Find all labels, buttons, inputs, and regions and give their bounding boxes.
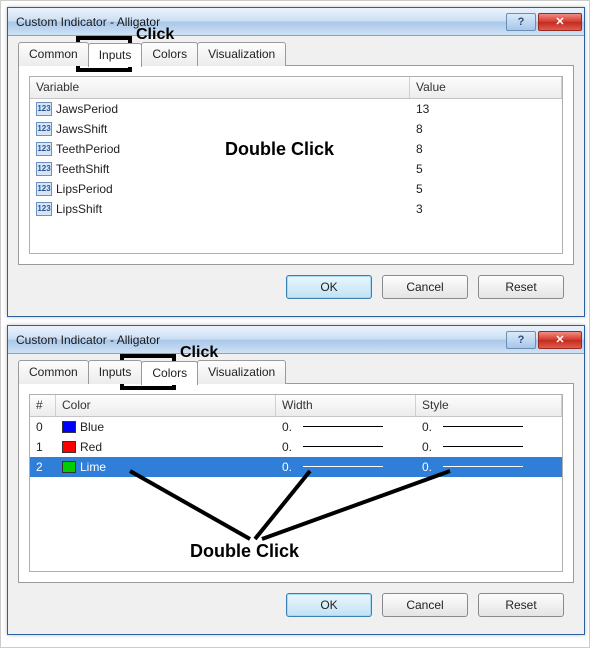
int-icon: 123	[36, 122, 52, 136]
row-index: 0	[30, 419, 56, 435]
color-name: Red	[80, 440, 102, 454]
inputs-panel: Variable Value 123 JawsPeriod 13 123 JawsS…	[18, 65, 574, 265]
reset-button[interactable]: Reset	[478, 593, 564, 617]
style-sample	[443, 426, 523, 427]
dialog-colors: Custom Indicator - Alligator ? ✕ Common …	[7, 325, 585, 635]
int-icon: 123	[36, 182, 52, 196]
dialog-title: Custom Indicator - Alligator	[16, 15, 504, 29]
header-value: Value	[410, 77, 562, 98]
header-style: Style	[416, 395, 562, 416]
tab-strip: Common Inputs Colors Visualization	[18, 42, 574, 66]
width-value: 0.	[282, 420, 292, 434]
int-icon: 123	[36, 142, 52, 156]
var-name: LipsShift	[56, 202, 102, 216]
color-name: Blue	[80, 420, 104, 434]
close-button[interactable]: ✕	[538, 331, 582, 349]
title-bar: Custom Indicator - Alligator ? ✕	[8, 8, 584, 36]
cancel-button[interactable]: Cancel	[382, 593, 468, 617]
row-index: 2	[30, 459, 56, 475]
dialog-title: Custom Indicator - Alligator	[16, 333, 504, 347]
var-value[interactable]: 13	[410, 101, 435, 117]
style-value: 0.	[422, 460, 432, 474]
color-name: Lime	[80, 460, 106, 474]
width-sample	[303, 466, 383, 467]
table-row[interactable]: 123 LipsShift 3	[30, 199, 562, 219]
width-value: 0.	[282, 440, 292, 454]
dialog-buttons: OK Cancel Reset	[18, 583, 574, 617]
width-sample	[303, 446, 383, 447]
style-value: 0.	[422, 420, 432, 434]
ok-button[interactable]: OK	[286, 593, 372, 617]
header-variable: Variable	[30, 77, 410, 98]
var-value[interactable]: 5	[410, 161, 429, 177]
var-value[interactable]: 3	[410, 201, 429, 217]
width-sample	[303, 426, 383, 427]
tab-visualization[interactable]: Visualization	[197, 360, 286, 384]
table-row[interactable]: 0 Blue 0. 0.	[30, 417, 562, 437]
var-value[interactable]: 5	[410, 181, 429, 197]
colors-panel: # Color Width Style 0 Blue 0. 0. 1 Red	[18, 383, 574, 583]
var-name: TeethPeriod	[56, 142, 120, 156]
help-button[interactable]: ?	[506, 331, 536, 349]
dialog-inputs: Custom Indicator - Alligator ? ✕ Common …	[7, 7, 585, 317]
close-button[interactable]: ✕	[538, 13, 582, 31]
header-color: Color	[56, 395, 276, 416]
var-name: JawsShift	[56, 122, 107, 136]
int-icon: 123	[36, 202, 52, 216]
reset-button[interactable]: Reset	[478, 275, 564, 299]
tab-inputs[interactable]: Inputs	[88, 43, 143, 67]
cancel-button[interactable]: Cancel	[382, 275, 468, 299]
width-value: 0.	[282, 460, 292, 474]
color-swatch	[62, 461, 76, 473]
table-row[interactable]: 123 LipsPeriod 5	[30, 179, 562, 199]
var-name: LipsPeriod	[56, 182, 113, 196]
inputs-list-header: Variable Value	[30, 77, 562, 99]
tab-colors[interactable]: Colors	[141, 361, 198, 385]
style-sample	[443, 466, 523, 467]
dialog-buttons: OK Cancel Reset	[18, 265, 574, 299]
table-row[interactable]: 123 TeethPeriod 8	[30, 139, 562, 159]
title-bar: Custom Indicator - Alligator ? ✕	[8, 326, 584, 354]
tab-inputs[interactable]: Inputs	[88, 360, 143, 384]
tab-common[interactable]: Common	[18, 360, 89, 384]
row-index: 1	[30, 439, 56, 455]
style-value: 0.	[422, 440, 432, 454]
help-button[interactable]: ?	[506, 13, 536, 31]
color-swatch	[62, 441, 76, 453]
var-value[interactable]: 8	[410, 121, 429, 137]
table-row[interactable]: 2 Lime 0. 0.	[30, 457, 562, 477]
header-width: Width	[276, 395, 416, 416]
ok-button[interactable]: OK	[286, 275, 372, 299]
int-icon: 123	[36, 102, 52, 116]
int-icon: 123	[36, 162, 52, 176]
tab-visualization[interactable]: Visualization	[197, 42, 286, 66]
tab-colors[interactable]: Colors	[141, 42, 198, 66]
color-swatch	[62, 421, 76, 433]
style-sample	[443, 446, 523, 447]
tab-strip: Common Inputs Colors Visualization	[18, 360, 574, 384]
table-row[interactable]: 123 JawsShift 8	[30, 119, 562, 139]
annotation-double-click: Double Click	[190, 541, 299, 562]
colors-list-header: # Color Width Style	[30, 395, 562, 417]
table-row[interactable]: 123 JawsPeriod 13	[30, 99, 562, 119]
var-name: JawsPeriod	[56, 102, 118, 116]
header-index: #	[30, 395, 56, 416]
var-name: TeethShift	[56, 162, 109, 176]
var-value[interactable]: 8	[410, 141, 429, 157]
table-row[interactable]: 1 Red 0. 0.	[30, 437, 562, 457]
tab-common[interactable]: Common	[18, 42, 89, 66]
inputs-list[interactable]: Variable Value 123 JawsPeriod 13 123 JawsS…	[29, 76, 563, 254]
table-row[interactable]: 123 TeethShift 5	[30, 159, 562, 179]
colors-list[interactable]: # Color Width Style 0 Blue 0. 0. 1 Red	[29, 394, 563, 572]
